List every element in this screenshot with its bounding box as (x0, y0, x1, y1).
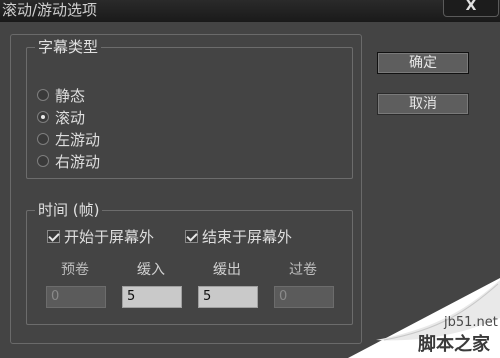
radio-button[interactable] (37, 133, 49, 145)
radio-crawl-left-label: 左游动 (55, 130, 101, 149)
radio-crawl-left[interactable]: 左游动 (37, 129, 100, 149)
ease-in-field[interactable]: 5 (122, 286, 182, 308)
preroll-label: 预卷 (61, 262, 89, 278)
radio-button[interactable] (37, 89, 49, 101)
end-offscreen-checkbox-row[interactable]: 结束于屏幕外 (185, 226, 292, 246)
radio-crawl-right[interactable]: 右游动 (37, 151, 100, 171)
ease-out-field[interactable]: 5 (198, 286, 258, 308)
postroll-label: 过卷 (289, 262, 317, 278)
radio-crawl-right-label: 右游动 (55, 152, 101, 171)
timing-legend: 时间 (帧) (35, 200, 103, 220)
watermark-name: 脚本之家 (418, 334, 490, 355)
end-offscreen-checkbox[interactable] (185, 229, 198, 243)
start-offscreen-checkbox-row[interactable]: 开始于屏幕外 (47, 226, 154, 246)
radio-static-label: 静态 (55, 86, 86, 105)
subtitle-type-legend: 字幕类型 (35, 37, 102, 57)
radio-scroll[interactable]: 滚动 (37, 107, 85, 127)
ok-button[interactable]: 确定 (377, 52, 469, 74)
ease-in-label: 缓入 (137, 262, 165, 278)
watermark-site: jb51.net (444, 315, 498, 330)
start-offscreen-checkbox[interactable] (47, 229, 60, 243)
postroll-field: 0 (274, 286, 334, 308)
end-offscreen-label: 结束于屏幕外 (202, 227, 293, 246)
radio-static[interactable]: 静态 (37, 85, 85, 105)
preroll-field: 0 (46, 286, 106, 308)
radio-scroll-label: 滚动 (55, 108, 86, 127)
title-bar: 滚动/游动选项 X (0, 0, 500, 22)
close-button[interactable]: X (443, 0, 499, 17)
start-offscreen-label: 开始于屏幕外 (64, 227, 155, 246)
window-title: 滚动/游动选项 (2, 1, 98, 19)
options-panel: 字幕类型 静态 滚动 左游动 右游动 时间 (帧) 开始于屏幕外 结束于屏幕外 … (10, 34, 362, 344)
cancel-button[interactable]: 取消 (377, 93, 469, 115)
radio-button-selected[interactable] (37, 111, 49, 123)
ease-out-label: 缓出 (213, 262, 241, 278)
radio-button[interactable] (37, 155, 49, 167)
